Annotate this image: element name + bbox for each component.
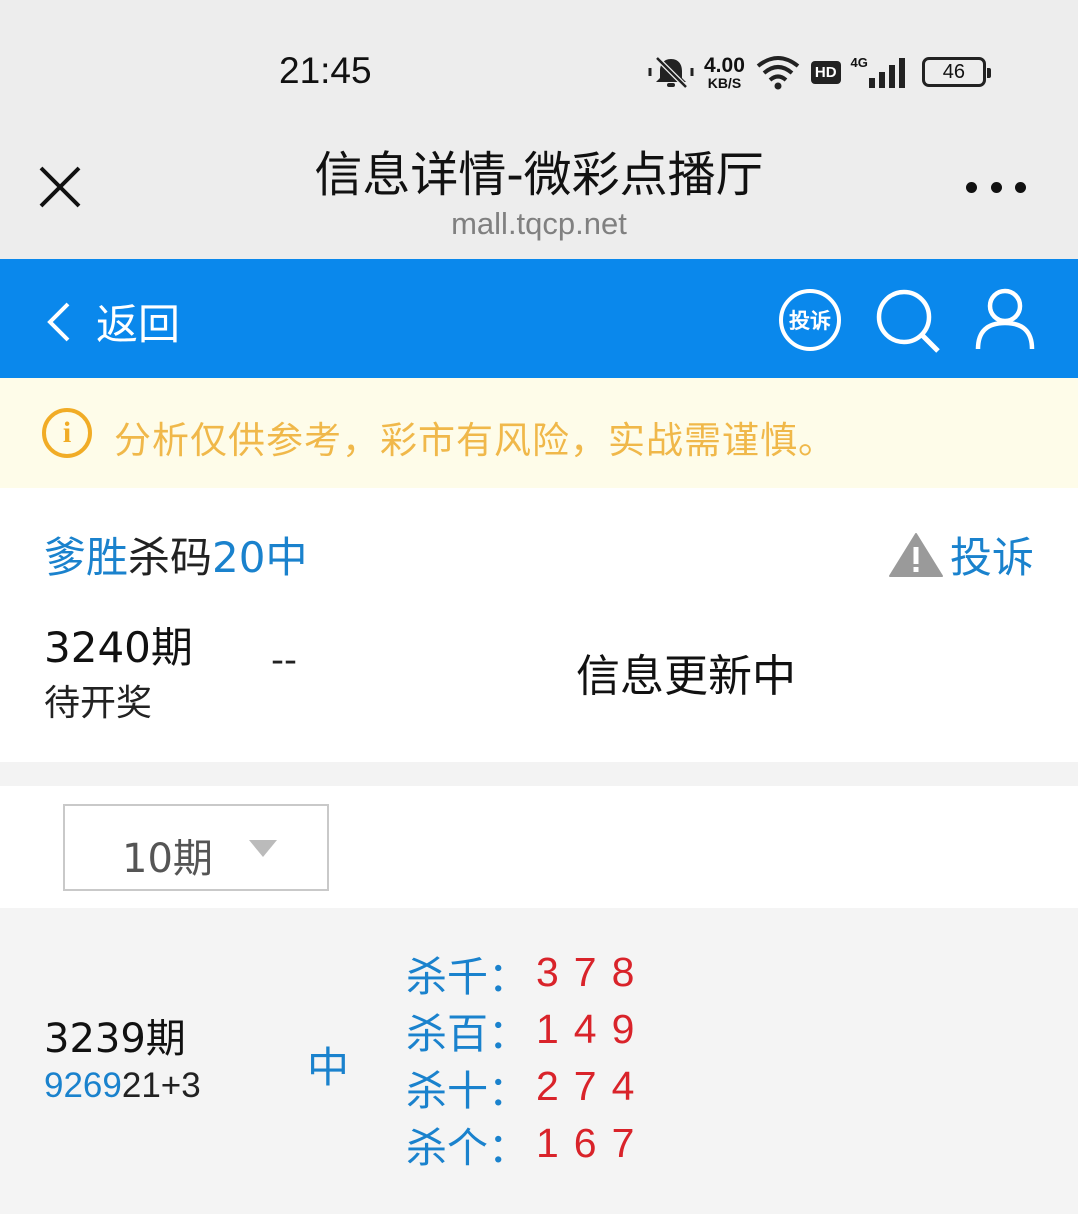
kill-list: 杀千： 378 杀百： 149 杀十： 274 杀个： 167 xyxy=(406,944,649,1172)
info-heading: 爹胜杀码20中 xyxy=(44,524,307,585)
kill-numbers: 167 xyxy=(536,1120,650,1166)
network-type: 4G xyxy=(850,54,868,70)
browser-title-bar: 信息详情-微彩点播厅 mall.tqcp.net xyxy=(0,120,1078,259)
mute-bell-icon xyxy=(648,56,694,89)
search-icon[interactable] xyxy=(874,287,942,355)
kill-label: 杀百： xyxy=(406,1009,529,1058)
kill-label: 杀千： xyxy=(406,952,529,1001)
status-icons: 4.00 KB/S HD 4G 46 xyxy=(648,52,991,92)
period-select-value: 10期 xyxy=(122,836,213,882)
section-divider xyxy=(0,762,1078,786)
battery-icon: 46 xyxy=(921,57,991,87)
site-header: 返回 投诉 xyxy=(0,259,1078,378)
draw-highlight: 9269 xyxy=(44,1066,122,1105)
draw-rest: 21+3 xyxy=(121,1066,201,1105)
kill-row-units: 杀个： 167 xyxy=(406,1115,649,1172)
more-icon[interactable] xyxy=(966,182,1026,194)
current-issue-info: 信息更新中 xyxy=(576,651,796,702)
current-issue-status: 待开奖 xyxy=(44,683,153,724)
complain-icon[interactable]: 投诉 xyxy=(779,289,841,351)
current-issue-result: -- xyxy=(271,640,297,681)
page-title: 信息详情-微彩点播厅 xyxy=(314,147,764,203)
wifi-icon xyxy=(756,56,800,90)
hit-status: 中 xyxy=(307,1043,350,1092)
warning-text: 分析仅供参考，彩市有风险，实战需谨慎。 xyxy=(114,419,836,462)
chevron-left-icon xyxy=(47,302,70,341)
kill-numbers: 149 xyxy=(536,1006,650,1052)
warning-triangle-icon xyxy=(889,532,943,577)
user-icon[interactable] xyxy=(974,287,1036,351)
period-filter: 10期 xyxy=(0,786,1078,908)
history-issue-number: 3239期 xyxy=(44,1016,186,1062)
current-issue-number: 3240期 xyxy=(44,623,193,672)
network-speed: 4.00 KB/S xyxy=(704,53,745,91)
info-summary: 爹胜杀码20中 投诉 3240期 待开奖 -- 信息更新中 xyxy=(0,488,1078,762)
info-icon: i xyxy=(42,408,92,458)
history-draw-numbers: 926921+3 xyxy=(44,1066,201,1106)
hd-badge: HD xyxy=(810,60,841,84)
kill-numbers: 274 xyxy=(536,1063,650,1109)
info-type: 杀码 xyxy=(128,533,213,582)
kill-row-hundreds: 杀百： 149 xyxy=(406,1001,649,1058)
kill-label: 杀十： xyxy=(406,1066,529,1115)
period-select[interactable]: 10期 xyxy=(63,804,329,891)
signal-icon xyxy=(868,58,905,88)
risk-warning-banner: i 分析仅供参考，彩市有风险，实战需谨慎。 xyxy=(0,378,1078,488)
kill-label: 杀个： xyxy=(406,1123,529,1172)
page-url: mall.tqcp.net xyxy=(451,206,627,241)
complain-button[interactable]: 投诉 xyxy=(888,524,1034,585)
hit-record: 20中 xyxy=(212,533,308,582)
status-bar: 21:45 4.00 KB/S HD 4G 46 xyxy=(0,0,1078,120)
kill-row-thousands: 杀千： 378 xyxy=(406,944,649,1001)
status-time: 21:45 xyxy=(279,50,372,91)
author-name[interactable]: 爹胜 xyxy=(44,533,128,582)
caret-down-icon xyxy=(249,840,277,857)
kill-row-tens: 杀十： 274 xyxy=(406,1058,649,1115)
kill-numbers: 378 xyxy=(536,949,650,995)
complain-label: 投诉 xyxy=(950,533,1035,582)
history-row: 3239期 926921+3 中 杀千： 378 杀百： 149 杀十： 274… xyxy=(0,908,1078,1214)
back-label: 返回 xyxy=(96,300,181,349)
back-button[interactable]: 返回 xyxy=(44,291,180,352)
